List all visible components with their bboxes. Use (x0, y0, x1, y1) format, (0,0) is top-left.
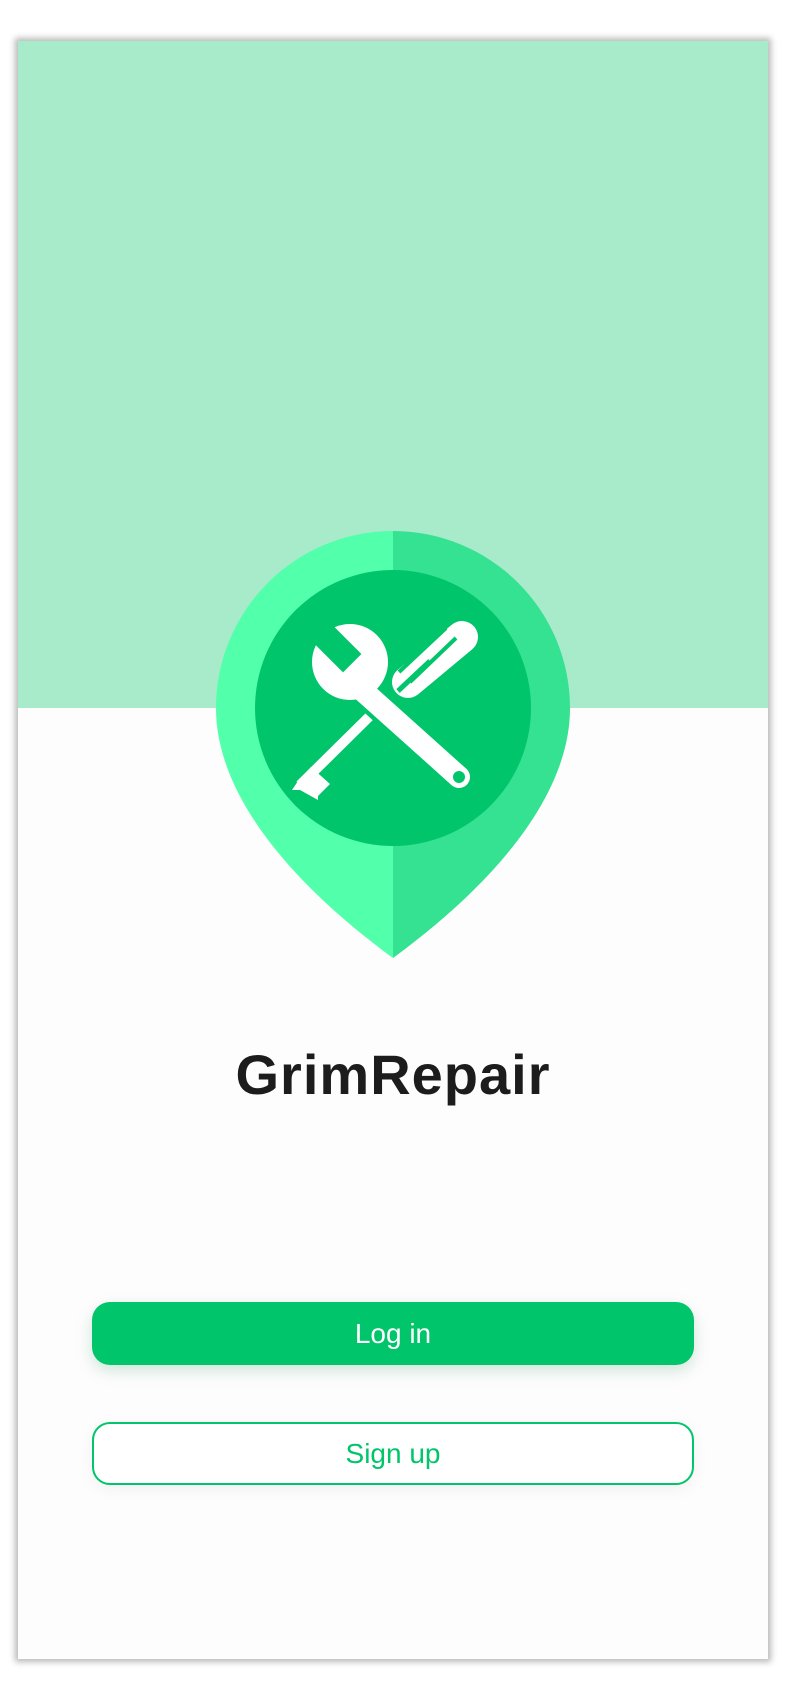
login-button[interactable]: Log in (92, 1302, 694, 1365)
app-title: GrimRepair (235, 1043, 551, 1106)
signup-button[interactable]: Sign up (92, 1422, 694, 1485)
app-screen: GrimRepair Log in Sign up (18, 41, 768, 1659)
tools-pin-icon (216, 531, 570, 958)
